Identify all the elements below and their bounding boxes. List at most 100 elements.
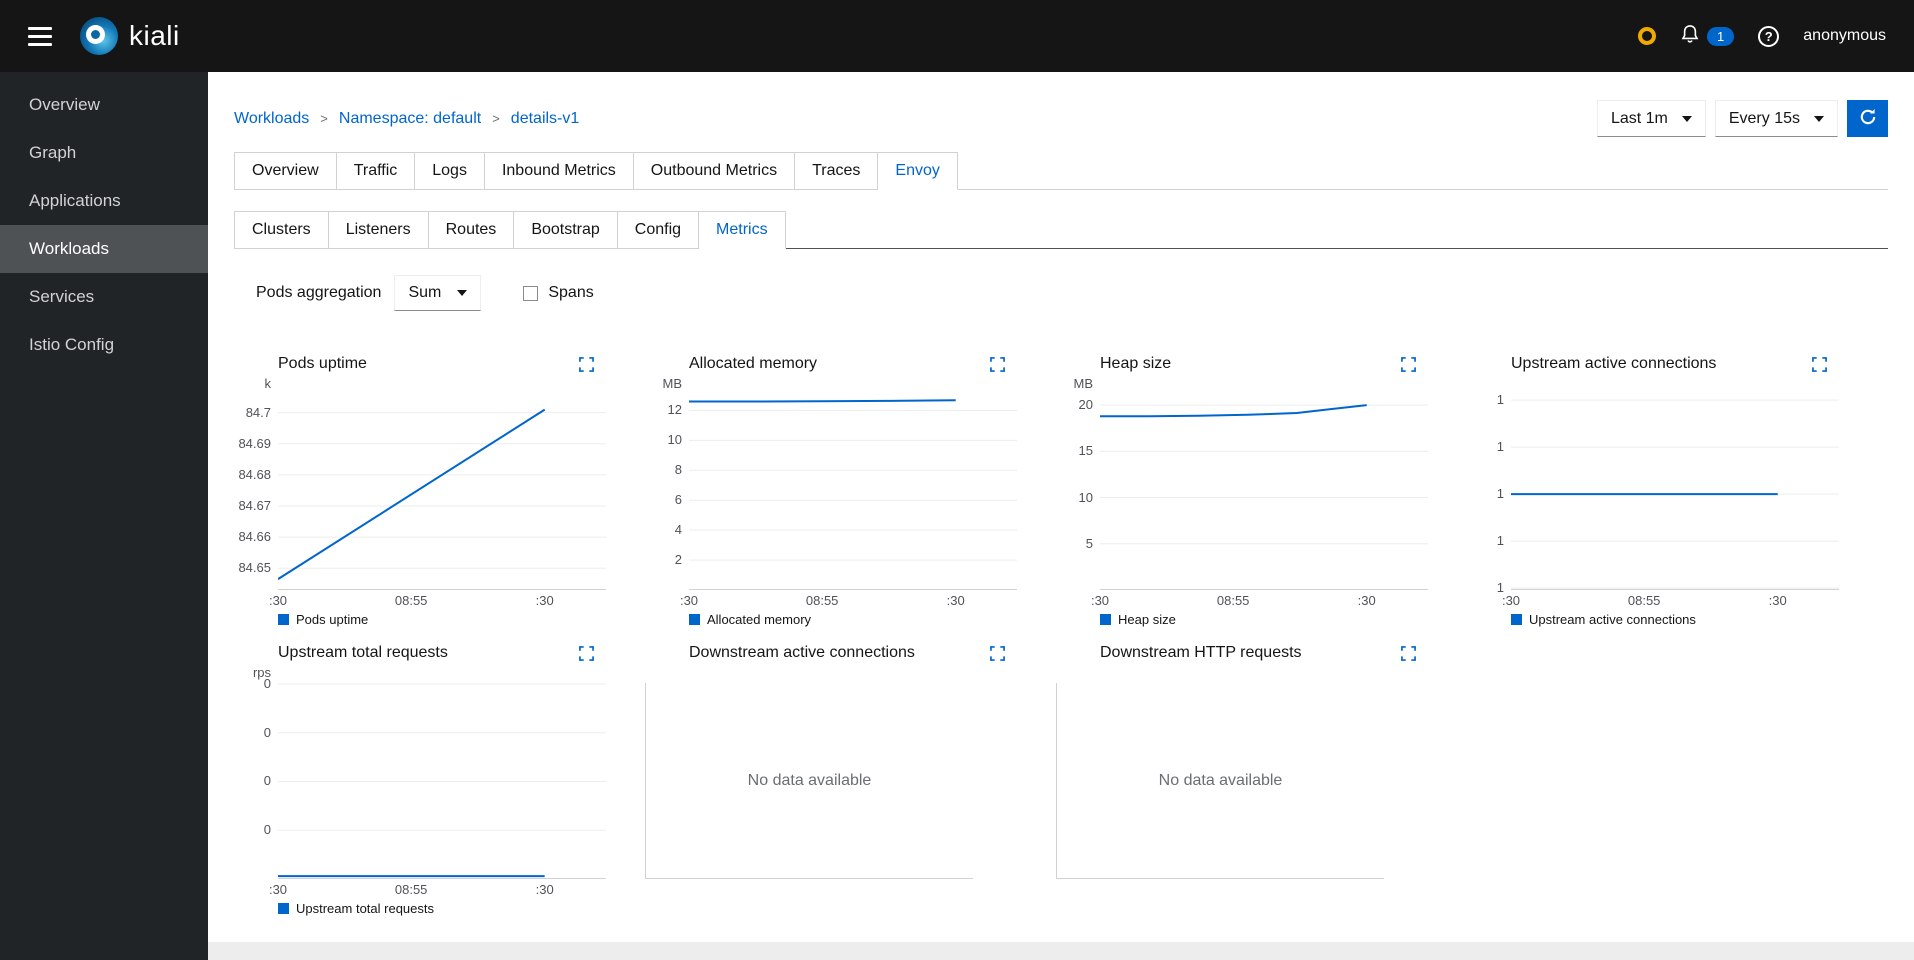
mesh-status-icon[interactable] — [1638, 27, 1657, 45]
breadcrumb-namespace-link[interactable]: Namespace: default — [339, 110, 481, 128]
plot-canvas: :30 08:55:30 — [1502, 394, 1839, 608]
x-tick-label: 08:55 — [394, 882, 428, 897]
notifications[interactable]: 1 — [1680, 24, 1735, 49]
legend-swatch — [278, 903, 289, 914]
x-tick-label: :30 — [535, 882, 554, 897]
tab-inbound-metrics[interactable]: Inbound Metrics — [484, 152, 634, 190]
duration-dropdown[interactable]: Last 1m — [1596, 100, 1706, 137]
tab-outbound-metrics[interactable]: Outbound Metrics — [633, 152, 796, 190]
metrics-settings: Pods aggregation Sum Spans — [234, 275, 1888, 311]
y-tick-label: 84.69 — [238, 435, 271, 451]
topbar: Workloads > Namespace: default > details… — [234, 100, 1888, 137]
subtab-config[interactable]: Config — [617, 211, 700, 249]
x-axis: :30 08:55 :30 — [1091, 590, 1428, 610]
chart-y-unit — [1056, 665, 1100, 683]
expand-chart-icon[interactable] — [990, 356, 1005, 372]
chart-pods-uptime: Pods uptime k 84.7 84.69 84.68 84.67 84.66 84.6… — [234, 352, 606, 627]
y-tick-label: 15 — [1078, 443, 1093, 459]
y-tick-label: 84.67 — [238, 498, 271, 513]
chart-upstream-total-requests: Upstream total requests rps 0 0 0 0:30 08:55:3… — [234, 641, 606, 916]
y-tick-label: 8 — [674, 462, 682, 478]
legend-label: Allocated memory — [707, 612, 812, 627]
spans-checkbox[interactable] — [523, 285, 539, 301]
plot-canvas: :30 08:55:30 — [680, 394, 1017, 608]
x-tick-label: :30 — [946, 593, 965, 608]
x-tick-label: 08:55 — [394, 593, 428, 608]
chevron-down-icon — [457, 290, 468, 296]
chart-legend[interactable]: Upstream active connections — [1511, 612, 1839, 627]
sidebar-item-overview[interactable]: Overview — [0, 81, 208, 129]
expand-chart-icon[interactable] — [1812, 356, 1827, 372]
chart-legend[interactable]: Pods uptime — [278, 612, 606, 627]
aggregation-value: Sum — [408, 284, 442, 301]
breadcrumb-separator: > — [320, 111, 328, 126]
y-axis: 0 0 0 0 — [234, 676, 278, 879]
x-tick-label: :30 — [535, 593, 554, 608]
chevron-down-icon — [1681, 115, 1692, 122]
chart-y-unit — [1467, 376, 1511, 394]
y-axis: 12 10 8 6 4 2 — [645, 394, 689, 590]
chart-head: Downstream HTTP requests — [1056, 641, 1428, 665]
tab-overview[interactable]: Overview — [234, 152, 337, 190]
sidebar-item-graph[interactable]: Graph — [0, 129, 208, 177]
chart-plot-area: 12 10 8 6 4 2:30 08:55:30 — [645, 394, 1017, 608]
expand-chart-icon[interactable] — [990, 645, 1005, 661]
chart-legend[interactable]: Heap size — [1100, 612, 1428, 627]
expand-chart-icon[interactable] — [1401, 356, 1416, 372]
subtab-bootstrap[interactable]: Bootstrap — [514, 211, 618, 249]
chart-head: Downstream active connections — [645, 641, 1017, 665]
x-tick-label: :30 — [1090, 593, 1110, 608]
sidebar-item-workloads[interactable]: Workloads — [0, 225, 208, 273]
legend-label: Upstream active connections — [1529, 612, 1696, 627]
sidebar-item-istio-config[interactable]: Istio Config — [0, 321, 208, 369]
x-axis: :30 08:55:30 — [269, 879, 606, 899]
subtab-clusters[interactable]: Clusters — [234, 211, 329, 249]
chart-legend[interactable]: Allocated memory — [689, 612, 1017, 627]
x-tick-label: :30 — [1768, 593, 1787, 608]
plot-canvas: :30 08:55:30 — [269, 683, 606, 897]
notification-count-badge: 1 — [1707, 26, 1735, 46]
chart-plot-area: 84.7 84.69 84.68 84.67 84.66 84.65:30 08:55:30 — [234, 394, 606, 608]
brand[interactable]: kiali — [80, 17, 180, 55]
user-menu[interactable]: anonymous — [1803, 27, 1886, 45]
aggregation-dropdown[interactable]: Sum — [394, 275, 482, 311]
x-tick-label: :30 — [268, 593, 288, 608]
brand-name: kiali — [129, 20, 180, 51]
expand-chart-icon[interactable] — [579, 645, 594, 661]
chart-head: Heap size — [1056, 352, 1428, 376]
chart-allocated-memory: Allocated memory MB 12 10 8 6 4 2:30 08:55:30 All… — [645, 352, 1017, 627]
x-tick-label: 08:55 — [1216, 593, 1250, 608]
expand-chart-icon[interactable] — [1401, 645, 1416, 661]
spans-toggle[interactable]: Spans — [523, 284, 594, 302]
sidebar-item-applications[interactable]: Applications — [0, 177, 208, 225]
y-tick-label: 84.65 — [238, 560, 271, 576]
subtab-routes[interactable]: Routes — [428, 211, 515, 249]
subtab-listeners[interactable]: Listeners — [328, 211, 429, 249]
breadcrumb: Workloads > Namespace: default > details… — [234, 110, 579, 128]
y-tick-label: 10 — [667, 432, 682, 448]
subtab-metrics[interactable]: Metrics — [699, 211, 786, 249]
chart-y-unit: k — [264, 376, 272, 391]
legend-swatch — [1511, 614, 1522, 625]
expand-chart-icon[interactable] — [579, 356, 594, 372]
refresh-interval-dropdown[interactable]: Every 15s — [1714, 100, 1838, 137]
refresh-button[interactable] — [1847, 100, 1888, 137]
chart-plot-area: 0 0 0 0:30 08:55:30 — [234, 676, 606, 897]
tab-traffic[interactable]: Traffic — [336, 152, 416, 190]
pods-aggregation-label: Pods aggregation — [256, 284, 382, 301]
breadcrumb-workloads-link[interactable]: Workloads — [234, 110, 309, 128]
x-tick-label: :30 — [1357, 593, 1376, 608]
breadcrumb-workload-link[interactable]: details-v1 — [511, 110, 579, 128]
chart-legend[interactable]: Upstream total requests — [278, 901, 606, 916]
menu-toggle-icon[interactable] — [28, 26, 52, 46]
tab-traces[interactable]: Traces — [795, 152, 879, 190]
tab-logs[interactable]: Logs — [415, 152, 485, 190]
sidebar-item-services[interactable]: Services — [0, 273, 208, 321]
x-axis: :30 08:55 :30 — [269, 590, 606, 610]
tab-envoy[interactable]: Envoy — [878, 152, 958, 190]
envoy-subtabs: Clusters Listeners Routes Bootstrap Conf… — [234, 211, 1888, 249]
help-icon[interactable]: ? — [1758, 25, 1780, 47]
chart-head: Upstream active connections — [1467, 352, 1839, 376]
main-content: Workloads > Namespace: default > details… — [208, 72, 1914, 960]
chart-title: Heap size — [1100, 355, 1172, 372]
